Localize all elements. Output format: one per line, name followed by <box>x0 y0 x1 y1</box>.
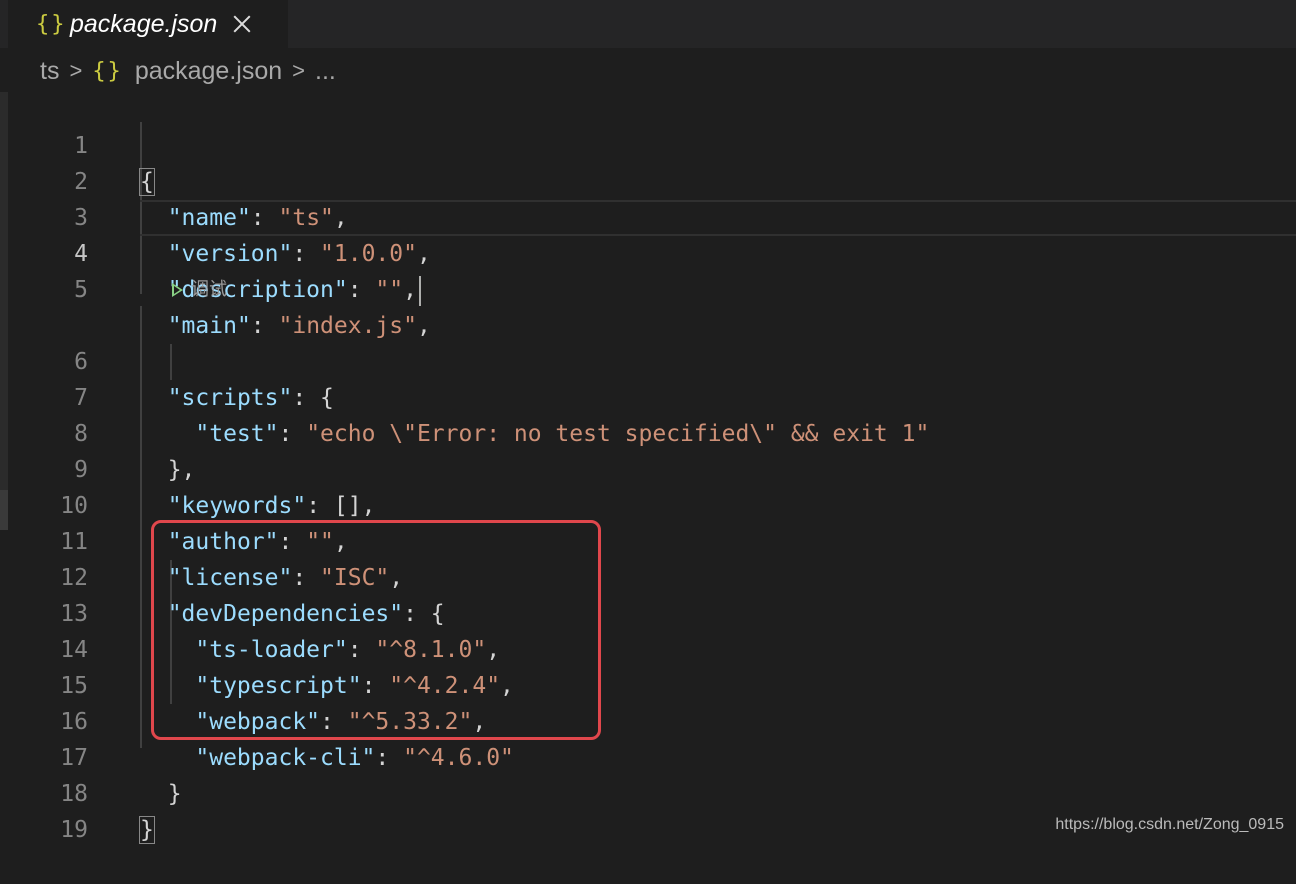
line-number: 5 <box>74 277 88 303</box>
breadcrumb-file[interactable]: package.json <box>135 57 282 86</box>
chevron-right-icon: > <box>69 58 83 83</box>
code-line: 19 <box>0 776 1296 843</box>
tab-package-json[interactable]: {} package.json <box>8 0 288 48</box>
watermark: https://blog.csdn.net/Zong_0915 <box>1055 816 1284 833</box>
breadcrumb-folder[interactable]: ts <box>40 57 59 86</box>
code-line: 1 { <box>0 92 1296 196</box>
code-line: 11 "license": "ISC", <box>0 488 1296 591</box>
tab-bar: {} package.json <box>0 0 1296 48</box>
breadcrumb-more[interactable]: ... <box>315 57 336 86</box>
code-line: 5 "main": "index.js", <box>0 236 1296 339</box>
code-line: 2 "name": "ts", <box>0 128 1296 231</box>
json-icon: {} <box>36 11 67 37</box>
code-line: 3 "version": "1.0.0", <box>0 164 1296 267</box>
code-line: 7 "test": "echo \"Error: no test specifi… <box>0 344 1296 447</box>
json-icon: {} <box>92 58 123 84</box>
close-brace: } <box>139 816 155 844</box>
chevron-right-icon: > <box>292 58 305 83</box>
dev-dependencies-highlight <box>151 520 601 740</box>
json-value: "" <box>375 277 404 303</box>
code-line: 8 }, <box>0 380 1296 483</box>
code-line: 10 "author": "", <box>0 452 1296 555</box>
text-cursor <box>418 275 421 306</box>
code-line: 18 } <box>0 740 1296 844</box>
debug-label: 调试 <box>191 279 227 300</box>
breadcrumb: ts > {} package.json > ... <box>40 54 336 88</box>
debug-codelens[interactable]: 调试 <box>172 272 227 308</box>
tab-title: package.json <box>70 9 218 38</box>
close-icon[interactable] <box>231 13 253 35</box>
code-line: 6 "scripts": { <box>0 308 1296 411</box>
play-icon <box>172 283 183 297</box>
code-line-current: 4 "description": "", <box>0 200 1296 306</box>
code-line: 9 "keywords": [], <box>0 416 1296 519</box>
line-number: 19 <box>60 817 88 843</box>
